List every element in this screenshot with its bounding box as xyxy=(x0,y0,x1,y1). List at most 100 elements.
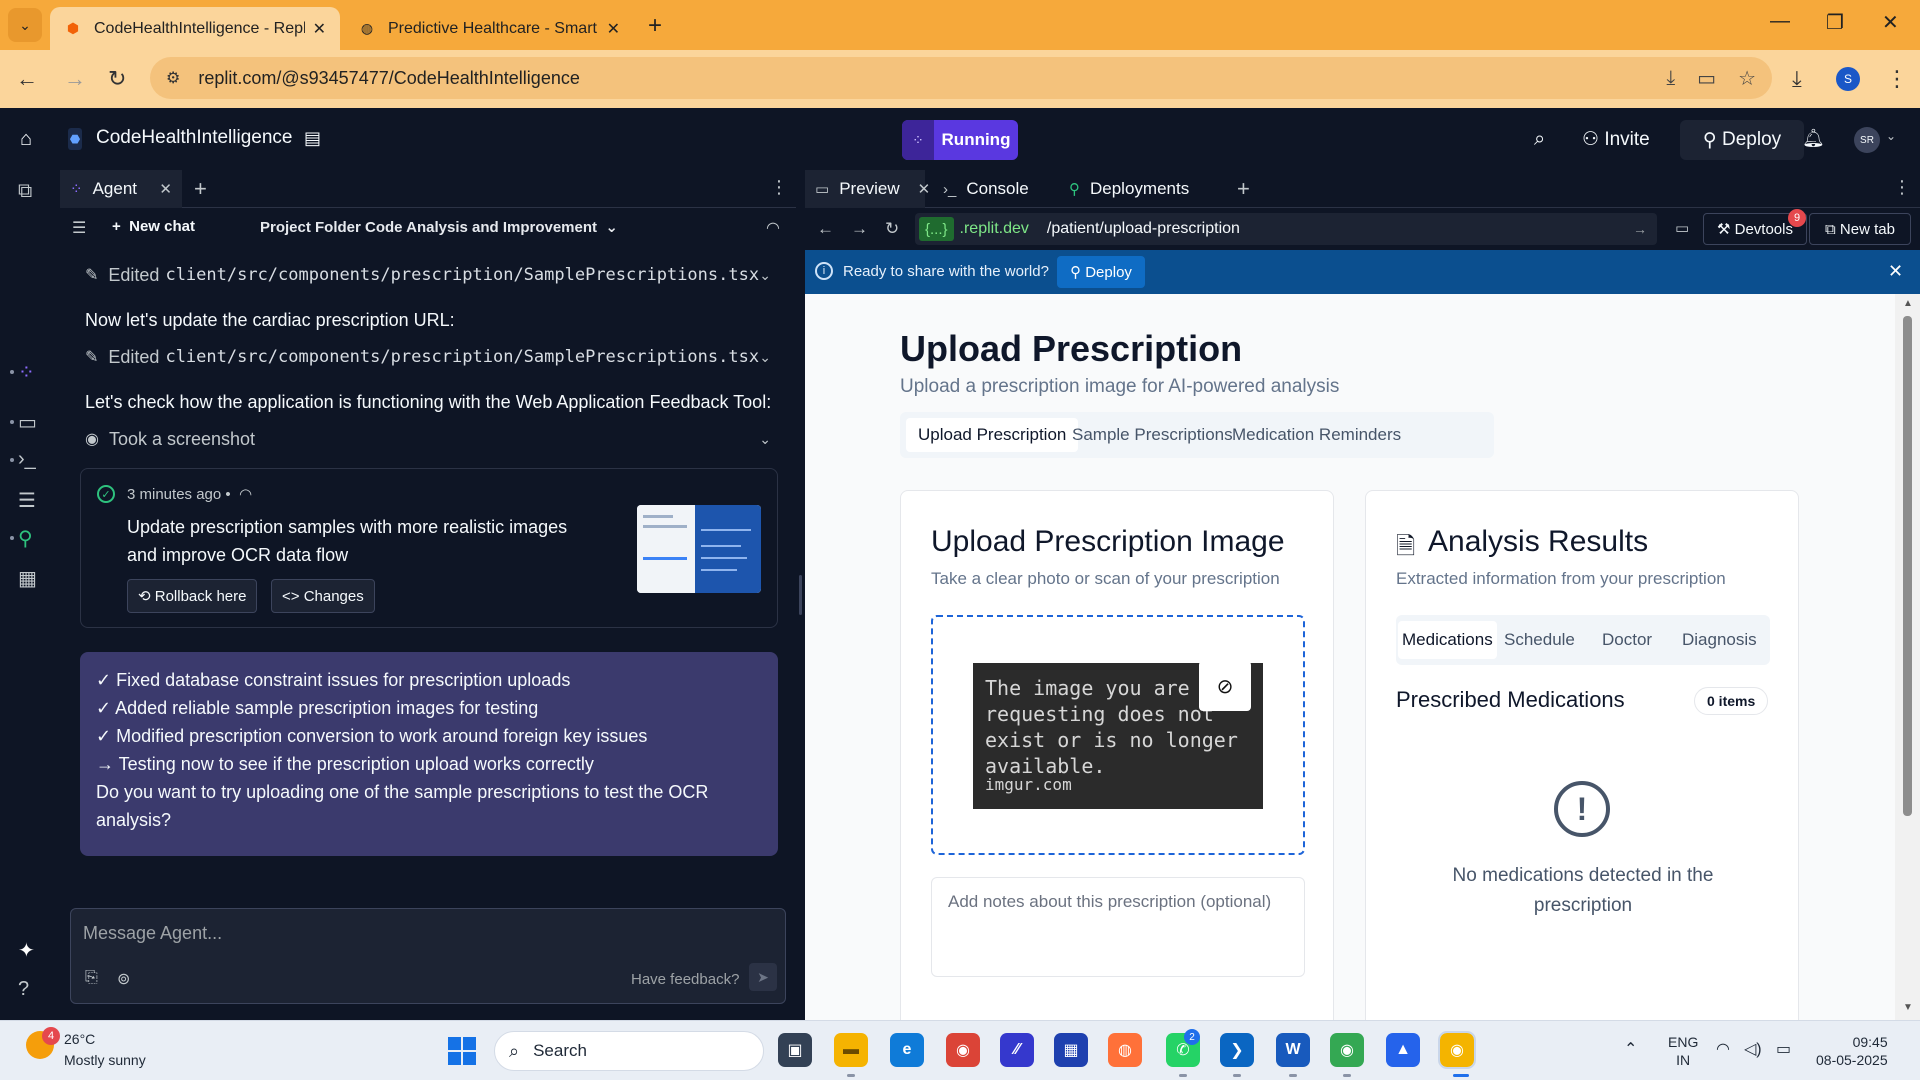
add-tab-button[interactable]: + xyxy=(194,176,207,202)
search-icon[interactable]: ⌕ xyxy=(1534,128,1545,151)
settings-icon[interactable]: ⊚ xyxy=(117,969,130,989)
console-terminal-icon[interactable]: ›_ xyxy=(18,448,36,471)
feedback-link[interactable]: Have feedback? xyxy=(631,971,739,988)
vscode-icon[interactable]: ❯ xyxy=(1220,1033,1254,1067)
notes-textarea[interactable]: Add notes about this prescription (optio… xyxy=(931,877,1305,977)
bookmark-star-icon[interactable]: ☆ xyxy=(1738,66,1756,91)
send-icon[interactable]: ➤ xyxy=(749,963,777,991)
tab-schedule[interactable]: Schedule xyxy=(1500,621,1579,659)
url-omnibox[interactable]: ⚙ replit.com/@s93457477/CodeHealthIntell… xyxy=(150,57,1772,99)
tab-diagnosis[interactable]: Diagnosis xyxy=(1678,621,1761,659)
back-icon[interactable]: ← xyxy=(817,219,834,239)
tab-deployments[interactable]: ⚲ Deployments xyxy=(1059,170,1215,208)
attach-icon[interactable]: ⎘ xyxy=(85,969,98,987)
store-icon[interactable]: ▦ xyxy=(1054,1033,1088,1067)
forward-icon[interactable]: → xyxy=(851,219,868,239)
agent-icon[interactable]: ⁘ xyxy=(18,360,35,385)
notification-bell-icon[interactable]: 🔔︎ xyxy=(1802,128,1825,149)
volume-icon[interactable]: ◁) xyxy=(1744,1039,1762,1059)
window-close-button[interactable]: ✕ xyxy=(1882,10,1899,35)
domain-chip[interactable]: {...} xyxy=(919,217,954,241)
tab-search-dropdown[interactable]: ⌄ xyxy=(8,8,42,42)
reload-icon[interactable]: ↻ xyxy=(108,66,126,92)
image-dropzone[interactable]: The image you are requesting does not ex… xyxy=(931,615,1305,855)
file-explorer-icon[interactable]: ▬ xyxy=(834,1033,868,1067)
browser-menu-icon[interactable]: ⋮ xyxy=(1886,66,1908,92)
m365-icon[interactable]: ⁄⁄ xyxy=(1000,1033,1034,1067)
tab-upload-prescription[interactable]: Upload Prescription xyxy=(906,418,1079,452)
weather-icon[interactable]: 4 xyxy=(26,1027,60,1059)
profile-avatar[interactable]: S xyxy=(1836,67,1860,91)
tab-medications[interactable]: Medications xyxy=(1398,621,1497,659)
download-blocked-icon[interactable]: ⤓ xyxy=(1666,67,1675,90)
site-info-icon[interactable]: ⚙ xyxy=(166,68,180,88)
scroll-down-icon[interactable]: ▼ xyxy=(1903,1002,1913,1013)
back-icon[interactable]: ← xyxy=(16,66,38,92)
firefox-icon[interactable]: ◍ xyxy=(1108,1033,1142,1067)
reload-icon[interactable]: ↻ xyxy=(885,219,899,239)
windows-start-button[interactable] xyxy=(448,1037,476,1065)
close-tab-icon[interactable]: ✕ xyxy=(159,180,172,198)
panel-resize-divider[interactable] xyxy=(797,170,805,1020)
edited-file-action[interactable]: ✎ Edited client/src/components/prescript… xyxy=(85,342,771,372)
home-icon[interactable]: ⌂ xyxy=(20,128,32,151)
help-icon[interactable]: ? xyxy=(18,978,29,1001)
chrome-icon[interactable]: ◉ xyxy=(1330,1033,1364,1067)
system-clock[interactable]: 09:45 08-05-2025 xyxy=(1816,1033,1888,1069)
sparkle-icon[interactable]: ✦ xyxy=(18,938,35,963)
arrow-right-icon[interactable]: → xyxy=(1633,221,1647,237)
close-tab-icon[interactable]: ✕ xyxy=(918,180,931,198)
battery-icon[interactable]: ▭ xyxy=(1776,1039,1791,1059)
minimize-button[interactable]: — xyxy=(1770,10,1790,33)
chat-title-dropdown[interactable]: Project Folder Code Analysis and Improve… xyxy=(260,218,618,236)
preview-url-input[interactable]: {...} .replit.dev /patient/upload-prescr… xyxy=(915,213,1657,245)
remove-image-button[interactable]: ⊘ xyxy=(1199,661,1251,711)
tab-sample-prescriptions[interactable]: Sample Prescriptions xyxy=(1060,418,1245,452)
close-tab-icon[interactable]: ✕ xyxy=(313,19,326,39)
project-name[interactable]: CodeHealthIntelligence xyxy=(96,127,292,149)
webview-scrollbar[interactable]: ▲ ▼ xyxy=(1895,294,1920,1020)
browser-tab-healthcare[interactable]: ◍ Predictive Healthcare - Smart H ✕ xyxy=(344,7,634,50)
rollback-button[interactable]: ⟲ Rollback here xyxy=(127,579,258,613)
edge-icon[interactable]: e xyxy=(890,1033,924,1067)
database-icon[interactable]: ☰ xyxy=(18,488,36,513)
usage-gauge-icon[interactable]: ◠ xyxy=(766,218,780,238)
task-view-icon[interactable]: ▣ xyxy=(778,1033,812,1067)
tab-doctor[interactable]: Doctor xyxy=(1598,621,1656,659)
chevron-down-icon[interactable]: ⌄ xyxy=(1886,129,1896,143)
all-tools-grid-icon[interactable]: ▦ xyxy=(18,566,37,591)
checkpoint-screenshot-thumbnail[interactable] xyxy=(637,505,761,593)
browser-tab-replit[interactable]: ⬢ CodeHealthIntelligence - Replit ✕ xyxy=(50,7,340,50)
resize-handle[interactable] xyxy=(799,575,802,615)
language-indicator[interactable]: ENG IN xyxy=(1668,1033,1698,1069)
photos-icon[interactable]: ▲ xyxy=(1386,1033,1420,1067)
taskbar-search[interactable]: ⌕ Search xyxy=(494,1031,764,1071)
run-button[interactable]: ⁘ Running xyxy=(902,120,1018,160)
scroll-up-icon[interactable]: ▲ xyxy=(1903,298,1913,309)
message-agent-input[interactable]: Message Agent... ⎘ ⊚ Have feedback? ➤ xyxy=(70,908,786,1004)
chevron-up-icon[interactable]: ⌃ xyxy=(1624,1039,1637,1059)
chrome-profile-icon[interactable]: ◉ xyxy=(946,1033,980,1067)
user-avatar[interactable]: SR xyxy=(1854,127,1880,153)
new-tab-button[interactable]: ⧉ New tab xyxy=(1809,213,1911,245)
edited-file-action[interactable]: ✎ Edited client/src/components/prescript… xyxy=(85,260,771,290)
deployments-icon[interactable]: ⚲ xyxy=(18,526,33,551)
deploy-button[interactable]: ⚲ Deploy xyxy=(1680,120,1804,160)
invite-button[interactable]: ⚇ Invite xyxy=(1582,128,1650,151)
project-info-icon[interactable]: ▤ xyxy=(304,128,321,149)
tab-preview[interactable]: ▭ Preview ✕ xyxy=(805,170,930,208)
more-options-icon[interactable]: ⋮ xyxy=(1893,177,1911,198)
chrome-active-icon[interactable]: ◉ xyxy=(1438,1031,1476,1069)
wifi-icon[interactable]: ◠ xyxy=(1716,1039,1730,1059)
close-banner-icon[interactable]: ✕ xyxy=(1888,261,1903,282)
screenshot-action[interactable]: ◉ Took a screenshot ⌄ xyxy=(85,424,771,454)
scrollbar-thumb[interactable] xyxy=(1903,316,1912,816)
changes-button[interactable]: <> Changes xyxy=(271,579,375,613)
preview-monitor-icon[interactable]: ▭ xyxy=(18,410,37,435)
downloads-icon[interactable]: ⤓ xyxy=(1792,66,1802,92)
install-app-icon[interactable]: ▭ xyxy=(1697,66,1716,91)
device-preview-icon[interactable]: ▭ xyxy=(1675,219,1689,237)
banner-deploy-button[interactable]: ⚲ Deploy xyxy=(1057,256,1145,288)
chat-history-icon[interactable]: ☰ xyxy=(72,218,86,238)
more-options-icon[interactable]: ⋮ xyxy=(770,177,788,198)
